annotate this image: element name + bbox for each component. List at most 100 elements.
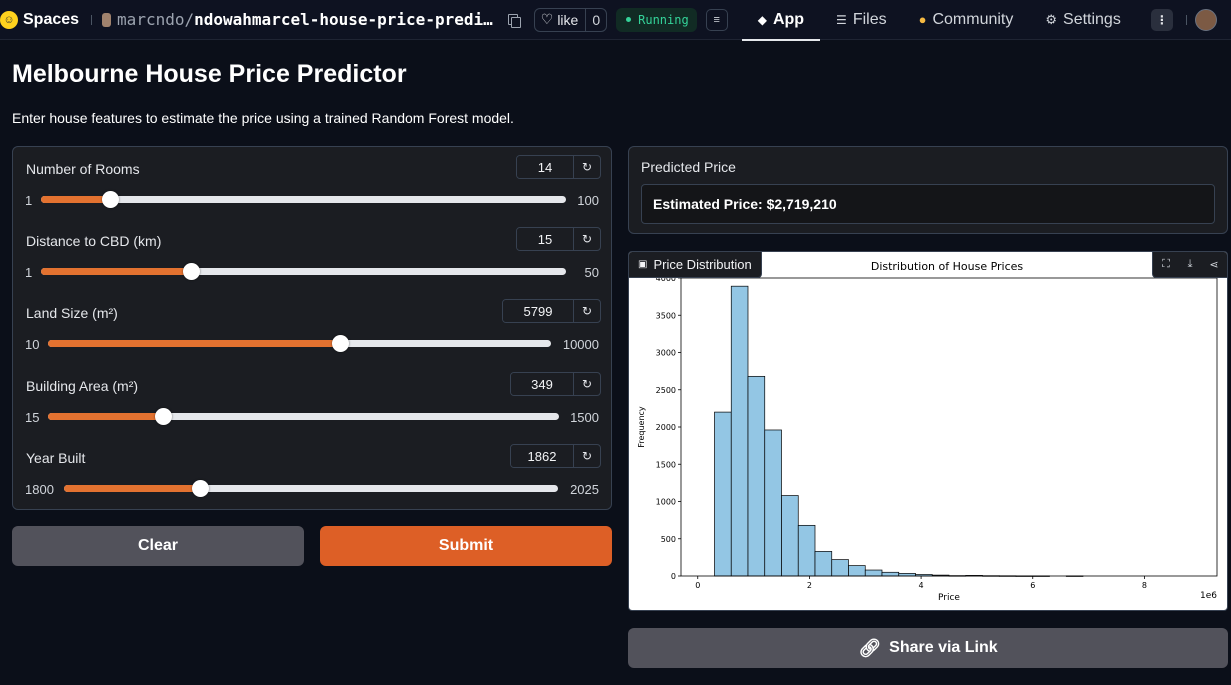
x-tick-label: 8 xyxy=(1142,581,1147,590)
spaces-link[interactable]: Spaces xyxy=(23,11,79,29)
slider-max: 1500 xyxy=(570,410,599,425)
histogram-bar xyxy=(714,411,732,577)
status-label: Running xyxy=(638,12,689,27)
hugging-face-logo-icon[interactable]: ☺ xyxy=(0,10,18,29)
status-badge[interactable]: Running xyxy=(616,7,697,32)
user-avatar[interactable] xyxy=(1194,8,1217,31)
slider-building-area: Building Area (m²) 349 ↻ 15 1500 xyxy=(25,372,601,440)
land-size-number-field: 5799 ↻ xyxy=(502,299,601,323)
slider-fill xyxy=(41,196,110,203)
y-axis-label: Frequency xyxy=(637,406,646,448)
fullscreen-icon[interactable]: ⛶ xyxy=(1159,258,1173,272)
like-count: 0 xyxy=(585,8,606,31)
land-size-input[interactable]: 5799 xyxy=(503,300,573,322)
repo-name-link[interactable]: ndowahmarcel-house-price-predi… xyxy=(194,10,493,29)
slider-track[interactable] xyxy=(41,191,566,208)
slider-distance: Distance to CBD (km) 15 ↻ 1 50 xyxy=(25,227,601,295)
divider xyxy=(91,14,93,25)
slider-label: Year Built xyxy=(26,450,86,466)
plot-toolbar: ⛶ ⤓ ⋖ xyxy=(1152,252,1227,278)
more-options-icon[interactable]: ⋮ xyxy=(1150,8,1173,31)
x-tick-label: 2 xyxy=(807,581,812,590)
slider-thumb[interactable] xyxy=(331,335,349,352)
owner-avatar xyxy=(102,12,112,27)
slider-thumb[interactable] xyxy=(183,263,201,280)
files-icon: ☰ xyxy=(836,12,847,27)
link-icon: 🔗︎ xyxy=(858,637,882,658)
histogram-bar xyxy=(797,524,816,577)
price-histogram-chart: Distribution of House Prices 0 2 4 6 8 0 500 10… xyxy=(637,260,1218,603)
slider-rooms: Number of Rooms 14 ↻ 1 100 xyxy=(25,155,601,223)
rooms-input[interactable]: 14 xyxy=(517,156,573,178)
slider-label: Distance to CBD (km) xyxy=(26,233,162,249)
chart-title: Distribution of House Prices xyxy=(871,260,1024,273)
slider-min: 1800 xyxy=(25,482,54,497)
page-title: Melbourne House Price Predictor xyxy=(12,60,407,88)
histogram-bar xyxy=(764,429,782,577)
slider-max: 100 xyxy=(577,193,599,208)
slider-track[interactable] xyxy=(48,335,551,352)
copy-icon[interactable] xyxy=(507,13,521,28)
reset-icon[interactable]: ↻ xyxy=(573,228,600,250)
reset-icon[interactable]: ↻ xyxy=(573,300,600,322)
building-area-input[interactable]: 349 xyxy=(511,373,573,395)
y-tick-label: 1000 xyxy=(656,498,676,507)
download-icon[interactable]: ⤓ xyxy=(1183,258,1197,272)
reset-icon[interactable]: ↻ xyxy=(573,373,600,395)
histogram-bar xyxy=(864,569,883,577)
clear-button[interactable]: Clear xyxy=(12,526,304,566)
chart-bars xyxy=(714,285,1084,577)
slider-fill xyxy=(48,340,340,347)
slider-fill xyxy=(64,485,201,492)
submit-button[interactable]: Submit xyxy=(320,526,612,566)
output-panel: Predicted Price Estimated Price: $2,719,… xyxy=(628,146,1228,234)
tab-files[interactable]: ☰ Files xyxy=(820,0,903,40)
chart-icon: ▣ xyxy=(638,259,648,270)
slider-min: 1 xyxy=(25,193,33,208)
slider-thumb[interactable] xyxy=(192,480,210,497)
rooms-number-field: 14 ↻ xyxy=(516,155,601,179)
tab-app[interactable]: ◆ App xyxy=(741,0,821,41)
share-icon[interactable]: ⋖ xyxy=(1207,258,1221,272)
heart-icon: ♡ xyxy=(540,11,554,27)
slider-year-built: Year Built 1862 ↻ 1800 2025 xyxy=(25,444,601,512)
slider-label: Building Area (m²) xyxy=(26,378,139,394)
slider-thumb[interactable] xyxy=(154,408,172,425)
like-button[interactable]: ♡ like 0 xyxy=(533,7,608,32)
slider-fill xyxy=(41,268,192,275)
slider-track[interactable] xyxy=(41,263,566,280)
distance-input[interactable]: 15 xyxy=(517,228,573,250)
slider-thumb[interactable] xyxy=(101,191,119,208)
histogram-bar xyxy=(730,285,749,577)
histogram-bar xyxy=(814,551,833,577)
slider-min: 15 xyxy=(25,410,40,425)
x-tick-label: 4 xyxy=(919,581,924,590)
y-tick-label: 3000 xyxy=(656,349,676,358)
logs-icon[interactable]: ≡ xyxy=(705,8,728,31)
x-axis-label: Price xyxy=(938,593,960,603)
year-built-input[interactable]: 1862 xyxy=(511,445,573,467)
owner-link[interactable]: marcndo xyxy=(117,10,184,29)
predicted-price-textbox[interactable]: Estimated Price: $2,719,210 xyxy=(641,184,1215,224)
reset-icon[interactable]: ↻ xyxy=(573,445,600,467)
slider-track[interactable] xyxy=(48,408,559,425)
tab-files-label: Files xyxy=(852,10,887,28)
tab-community[interactable]: ● Community xyxy=(903,0,1030,40)
path-separator: / xyxy=(184,10,195,29)
slider-track[interactable] xyxy=(64,480,558,497)
slider-fill xyxy=(48,413,163,420)
share-label: Share via Link xyxy=(889,639,998,656)
tab-settings[interactable]: ⚙ Settings xyxy=(1029,0,1136,40)
share-via-link-button[interactable]: 🔗︎ Share via Link xyxy=(628,628,1228,668)
y-tick-label: 1500 xyxy=(656,460,676,469)
slider-label: Land Size (m²) xyxy=(26,305,118,321)
y-tick-label: 2000 xyxy=(656,423,676,432)
plot-panel: ▣ Price Distribution ⛶ ⤓ ⋖ Distribution … xyxy=(628,251,1228,611)
top-bar: ☺ Spaces marcndo / ndowahmarcel-house-pr… xyxy=(0,0,1231,41)
distance-number-field: 15 ↻ xyxy=(516,227,601,251)
y-tick-label: 3500 xyxy=(656,311,676,320)
slider-min: 1 xyxy=(25,265,33,280)
divider xyxy=(1185,14,1187,25)
plot-tab-label: Price Distribution xyxy=(653,257,752,272)
reset-icon[interactable]: ↻ xyxy=(573,156,600,178)
